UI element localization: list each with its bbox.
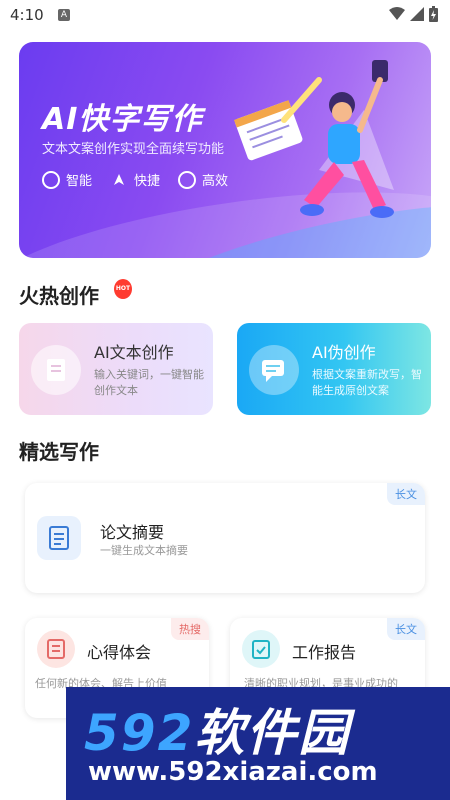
feature-fast: 快捷 bbox=[110, 170, 160, 189]
speed-icon bbox=[178, 170, 197, 189]
card-desc: 输入关键词，一键智能创作文本 bbox=[94, 368, 204, 397]
status-time: 4:10 bbox=[10, 6, 44, 24]
feature-smart: 智能 bbox=[42, 170, 92, 189]
watermark-text: 软件园 bbox=[194, 704, 351, 762]
watermark-number: 592 bbox=[84, 704, 195, 762]
card-title: 工作报告 bbox=[292, 643, 357, 662]
hero-banner[interactable]: AI快字写作 文本文案创作实现全面续写功能 智能 快捷 高效 bbox=[19, 42, 431, 258]
watermark-brand: 592软件园 bbox=[84, 693, 350, 765]
banner-subtitle: 文本文案创作实现全面续写功能 bbox=[42, 142, 225, 157]
tag-badge: 长文 bbox=[387, 483, 425, 505]
status-bar: 4:10 A bbox=[0, 0, 450, 30]
ai-text-creation-card[interactable]: AI文本创作 输入关键词，一键智能创作文本 bbox=[19, 323, 213, 415]
card-title: 心得体会 bbox=[87, 643, 152, 662]
wifi-icon bbox=[389, 7, 405, 20]
hot-icon: HOT bbox=[114, 279, 132, 299]
card-desc: 根据文案重新改写，智能生成原创文案 bbox=[312, 368, 422, 397]
notification-icon: A bbox=[58, 9, 70, 21]
card-desc: 一键生成文本摘要 bbox=[100, 544, 188, 557]
watermark-url: www.592xiazai.com bbox=[88, 757, 378, 787]
card-title: AI伪创作 bbox=[312, 343, 376, 362]
selected-section-title: 精选写作 bbox=[19, 440, 99, 464]
banner-illustration bbox=[234, 60, 394, 218]
clipboard-check-icon bbox=[242, 630, 280, 668]
rocket-icon bbox=[114, 173, 125, 185]
tag-badge: 热搜 bbox=[171, 618, 209, 640]
card-title: AI文本创作 bbox=[94, 343, 174, 362]
tag-badge: 长文 bbox=[387, 618, 425, 640]
ai-rewrite-card[interactable]: AI伪创作 根据文案重新改写，智能生成原创文案 bbox=[237, 323, 431, 415]
card-title: 论文摘要 bbox=[100, 523, 165, 542]
banner-features: 智能 快捷 高效 bbox=[42, 170, 228, 189]
signal-icon bbox=[410, 7, 424, 21]
feature-label: 快捷 bbox=[134, 174, 161, 189]
document-icon bbox=[31, 345, 81, 395]
feature-efficient: 高效 bbox=[178, 170, 228, 189]
status-icons bbox=[389, 6, 438, 22]
banner-title: AI快字写作 bbox=[42, 102, 203, 137]
paper-abstract-card[interactable]: 长文 论文摘要 一键生成文本摘要 bbox=[25, 483, 425, 593]
watermark: 592软件园 www.592xiazai.com bbox=[66, 687, 450, 800]
hot-section-title: 火热创作 bbox=[19, 284, 99, 308]
notes-icon bbox=[37, 630, 75, 668]
battery-icon bbox=[429, 6, 438, 22]
smart-icon bbox=[42, 170, 60, 189]
paper-icon bbox=[37, 516, 81, 560]
feature-label: 智能 bbox=[66, 174, 93, 189]
chat-icon bbox=[249, 345, 299, 395]
